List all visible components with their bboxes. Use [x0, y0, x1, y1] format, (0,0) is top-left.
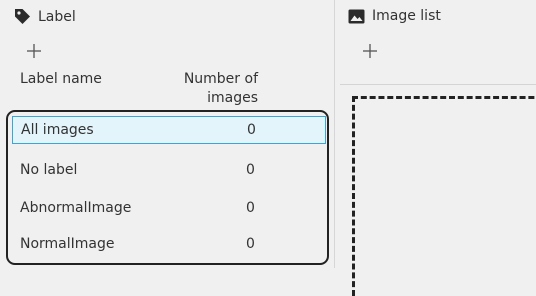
add-image-button[interactable]: [360, 41, 380, 61]
label-row-count: 0: [246, 200, 255, 216]
label-panel-header: Label: [14, 8, 76, 25]
image-panel-header: Image list: [348, 8, 441, 24]
label-panel: Label Label name Number of images All im…: [0, 0, 334, 268]
label-row-name: No label: [20, 162, 78, 178]
label-row-count: 0: [247, 122, 256, 138]
label-row-name: AbnormalImage: [20, 200, 132, 216]
plus-icon: [363, 44, 377, 58]
column-header-number-of-images: Number of images: [183, 71, 258, 106]
image-icon: [348, 9, 365, 24]
image-panel-divider: [340, 84, 536, 85]
label-row-abnormal-image[interactable]: AbnormalImage 0: [12, 194, 326, 222]
label-row-all-images[interactable]: All images 0: [12, 116, 326, 144]
label-panel-title: Label: [38, 8, 76, 25]
plus-icon: [27, 44, 41, 58]
image-list-area-highlight: [352, 96, 536, 296]
label-row-name: All images: [21, 122, 94, 138]
label-row-normal-image[interactable]: NormalImage 0: [12, 230, 326, 258]
column-header-label-name: Label name: [20, 71, 102, 87]
tag-icon: [14, 8, 31, 25]
image-list-panel: Image list: [335, 0, 536, 296]
image-panel-title: Image list: [372, 8, 441, 24]
label-row-count: 0: [246, 162, 255, 178]
label-row-name: NormalImage: [20, 236, 115, 252]
add-label-button[interactable]: [24, 41, 44, 61]
label-row-no-label[interactable]: No label 0: [12, 156, 326, 184]
label-row-count: 0: [246, 236, 255, 252]
